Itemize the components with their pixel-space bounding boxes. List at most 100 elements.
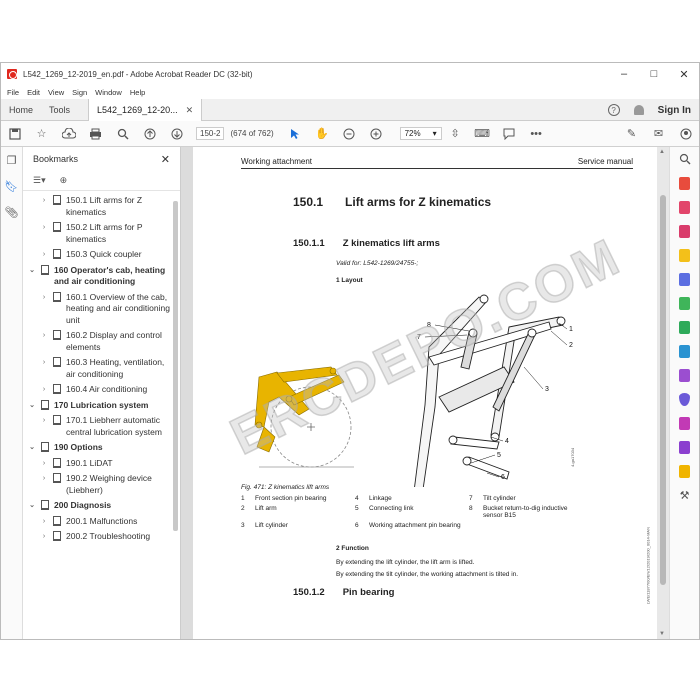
chevron-right-icon[interactable]: ›: [39, 516, 49, 528]
minimize-button[interactable]: –: [609, 63, 639, 85]
print-icon[interactable]: [82, 121, 109, 147]
bookmark-item[interactable]: ⌄ 160 Operator's cab, heating and air con…: [23, 264, 172, 288]
scroll-up-icon[interactable]: ▲: [659, 149, 665, 155]
upload-cloud-icon[interactable]: [55, 121, 82, 147]
close-tab-icon[interactable]: ✕: [186, 99, 194, 121]
page-fit-icon[interactable]: ⇳: [442, 121, 469, 147]
more-tools-icon[interactable]: •••: [523, 121, 550, 147]
bookmark-icon: [53, 515, 61, 526]
tab-bar: Home Tools L542_1269_12-20... ✕ ? Sign I…: [1, 98, 699, 121]
scroll-down-icon[interactable]: ▼: [659, 631, 665, 637]
scan-ocr-icon[interactable]: [670, 315, 699, 339]
account-icon[interactable]: [672, 121, 699, 147]
tab-tools[interactable]: Tools: [41, 99, 78, 121]
bookmark-star-icon[interactable]: ☆: [28, 121, 55, 147]
chevron-right-icon[interactable]: ›: [39, 458, 49, 470]
bookmark-item[interactable]: › 190.1 LiDAT: [23, 457, 172, 470]
find-icon[interactable]: [109, 121, 136, 147]
bookmark-item[interactable]: ⌄ 190 Options: [23, 442, 172, 454]
comment-icon[interactable]: [496, 121, 523, 147]
protect-icon[interactable]: [670, 339, 699, 363]
zoom-dropdown[interactable]: 72% ▾: [399, 127, 442, 140]
combine-files-icon[interactable]: [670, 267, 699, 291]
chevron-right-icon[interactable]: ›: [39, 222, 49, 234]
bookmark-item[interactable]: › 160.3 Heating, ventilation, air conditi…: [23, 357, 172, 380]
send-signature-icon[interactable]: [670, 435, 699, 459]
prepare-form-icon[interactable]: [670, 411, 699, 435]
more-tools-wrench-icon[interactable]: ⚒: [670, 483, 699, 507]
figure-legend: 1 Front section pin bearing 4 Linkage 7 Tilt …: [241, 495, 586, 532]
select-cursor-icon[interactable]: [282, 121, 309, 147]
tab-document[interactable]: L542_1269_12-20... ✕: [88, 98, 203, 121]
close-panel-icon[interactable]: ✕: [161, 153, 170, 166]
tab-home[interactable]: Home: [1, 99, 41, 121]
menu-sign[interactable]: Sign: [72, 88, 87, 97]
menu-file[interactable]: File: [7, 88, 19, 97]
bookmark-item[interactable]: › 200.1 Malfunctions: [23, 515, 172, 528]
bookmark-item[interactable]: › 170.1 Liebherr automatic central lubric…: [23, 415, 172, 438]
attachments-icon[interactable]: 📎︎: [1, 199, 22, 225]
chevron-down-icon[interactable]: ⌄: [27, 265, 37, 277]
menu-window[interactable]: Window: [95, 88, 122, 97]
bookmark-item[interactable]: › 160.2 Display and control elements: [23, 330, 172, 353]
email-icon[interactable]: ✉: [645, 121, 672, 147]
bookmarks-scrollbar[interactable]: [173, 195, 178, 637]
page-thumbnails-icon[interactable]: ❐: [1, 147, 22, 173]
chevron-right-icon[interactable]: ›: [39, 531, 49, 543]
next-page-icon[interactable]: [163, 121, 190, 147]
bookmark-item[interactable]: › 150.3 Quick coupler: [23, 249, 172, 261]
bookmark-item[interactable]: › 160.4 Air conditioning: [23, 384, 172, 396]
zoom-out-icon[interactable]: [336, 121, 363, 147]
stamp-icon[interactable]: [670, 459, 699, 483]
chevron-down-icon[interactable]: ⌄: [27, 400, 37, 412]
page-number-input[interactable]: 150-2: [196, 127, 225, 140]
bookmark-item[interactable]: ⌄ 170 Lubrication system: [23, 399, 172, 412]
bookmark-label: 200.1 Malfunctions: [66, 515, 138, 526]
create-pdf-icon[interactable]: [670, 195, 699, 219]
chevron-right-icon[interactable]: ›: [39, 195, 49, 207]
pdf-page: Working attachment Service manual 150.1 …: [193, 147, 657, 639]
chevron-right-icon[interactable]: ›: [39, 292, 49, 304]
bookmark-item[interactable]: › 190.2 Weighing device (Liebherr): [23, 473, 172, 496]
chevron-down-icon[interactable]: ⌄: [27, 500, 37, 512]
chevron-right-icon[interactable]: ›: [39, 330, 49, 342]
chevron-right-icon[interactable]: ›: [39, 415, 49, 427]
sign-in-button[interactable]: Sign In: [658, 105, 691, 116]
chevron-down-icon[interactable]: ⌄: [27, 442, 37, 454]
zoom-in-icon[interactable]: [363, 121, 390, 147]
bookmark-options-icon[interactable]: ☰▾: [33, 175, 46, 186]
edit-pdf-icon[interactable]: [670, 219, 699, 243]
bookmark-item[interactable]: › 150.2 Lift arms for P kinematics: [23, 222, 172, 245]
chevron-right-icon[interactable]: ›: [39, 357, 49, 369]
help-icon[interactable]: ?: [607, 104, 620, 116]
sign-pen-icon[interactable]: ✎: [618, 121, 645, 147]
bookmarks-panel-icon[interactable]: 🔖︎: [1, 173, 22, 199]
bookmark-item[interactable]: ⌄ 200 Diagnosis: [23, 500, 172, 512]
shield-icon[interactable]: [670, 387, 699, 411]
save-icon[interactable]: [1, 121, 28, 147]
maximize-button[interactable]: □: [639, 63, 669, 85]
chevron-right-icon[interactable]: ›: [39, 249, 49, 261]
export-pdf-icon[interactable]: [670, 171, 699, 195]
comment-tool-icon[interactable]: [670, 243, 699, 267]
menu-help[interactable]: Help: [130, 88, 145, 97]
hand-tool-icon[interactable]: ✋: [309, 121, 336, 147]
prev-page-icon[interactable]: [136, 121, 163, 147]
scroll-thumb[interactable]: [660, 195, 666, 585]
keyboard-icon[interactable]: ⌨: [469, 121, 496, 147]
document-scrollbar[interactable]: ▲ ▼: [657, 147, 669, 639]
add-bookmark-icon[interactable]: ⊕: [60, 175, 68, 186]
notification-bell-icon[interactable]: [633, 105, 644, 115]
bookmark-item[interactable]: › 200.2 Troubleshooting: [23, 531, 172, 543]
menu-view[interactable]: View: [48, 88, 64, 97]
chevron-right-icon[interactable]: ›: [39, 473, 49, 485]
fill-sign-icon[interactable]: [670, 363, 699, 387]
menu-edit[interactable]: Edit: [27, 88, 40, 97]
organize-pages-icon[interactable]: [670, 291, 699, 315]
bookmark-item[interactable]: › 160.1 Overview of the cab, heating and …: [23, 291, 172, 327]
search-tools-icon[interactable]: [670, 147, 699, 171]
close-button[interactable]: ✕: [669, 63, 699, 85]
chevron-right-icon[interactable]: ›: [39, 384, 49, 396]
bookmark-icon: [53, 330, 61, 340]
bookmark-item[interactable]: › 150.1 Lift arms for Z kinematics: [23, 195, 172, 218]
